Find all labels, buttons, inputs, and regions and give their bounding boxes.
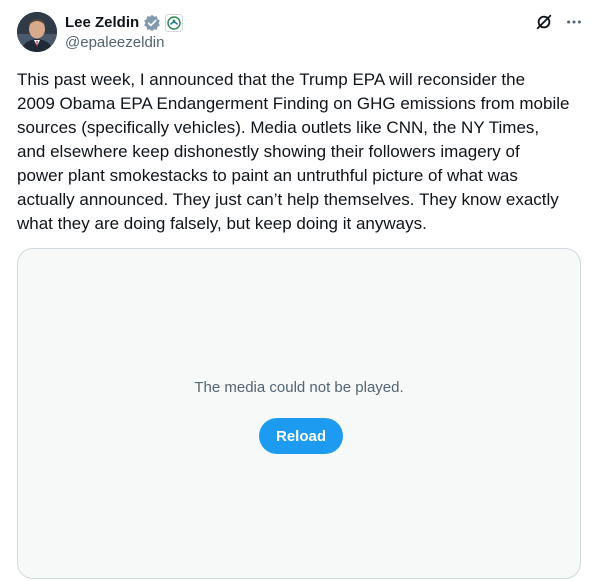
verified-badge-icon[interactable] (143, 14, 161, 32)
epa-logo-icon[interactable] (165, 14, 184, 32)
reload-button[interactable]: Reload (259, 418, 343, 454)
more-icon[interactable] (564, 12, 584, 32)
author-name-row: Lee Zeldin (65, 13, 184, 33)
avatar-photo (17, 12, 57, 52)
media-error-message: The media could not be played. (194, 379, 404, 396)
media-container[interactable]: The media could not be played. Reload (17, 248, 581, 579)
post-actions (534, 12, 584, 32)
avatar[interactable] (17, 12, 57, 52)
post-text: This past week, I announced that the Tru… (17, 70, 570, 233)
author-name[interactable]: Lee Zeldin (65, 13, 139, 33)
grok-icon[interactable] (534, 12, 554, 32)
author-handle[interactable]: @epaleezeldin (65, 34, 164, 52)
